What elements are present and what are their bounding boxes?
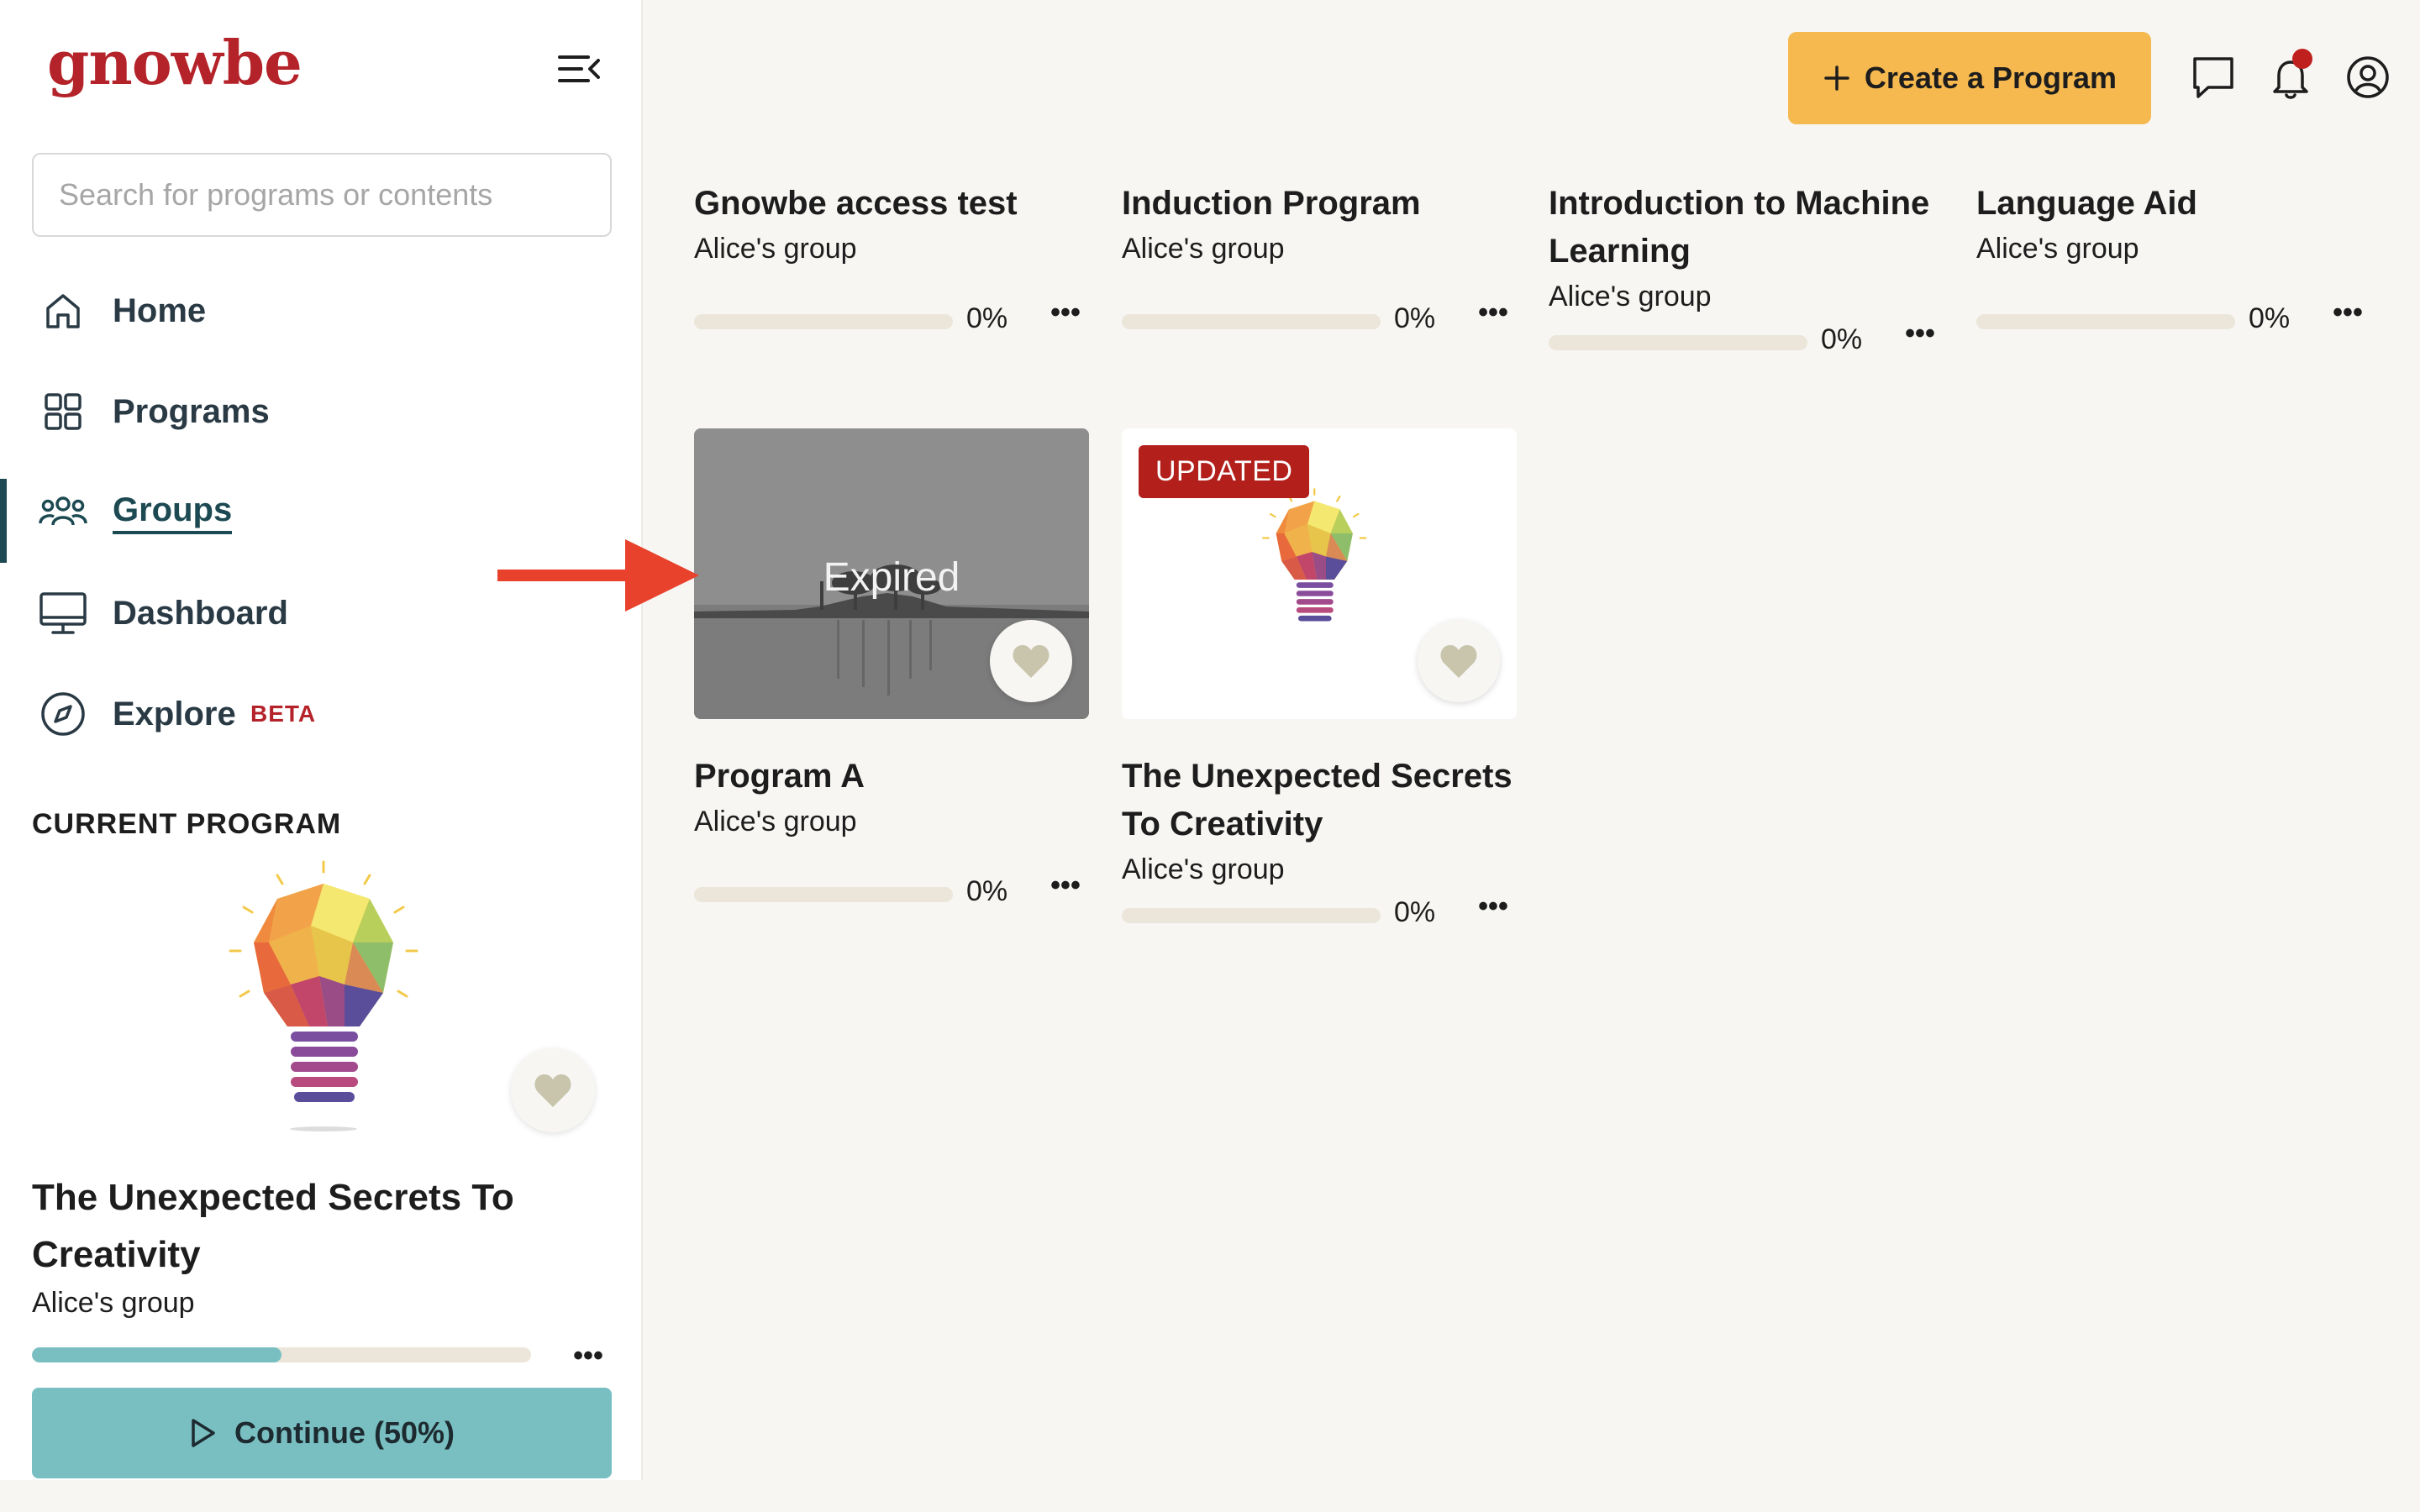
program-group: Alice's group: [694, 233, 857, 265]
program-progress-row: 0% •••: [1122, 890, 1517, 930]
program-progress-percent: 0%: [966, 875, 1008, 907]
program-progress-bar: [1976, 314, 2235, 329]
current-program-heading: CURRENT PROGRAM: [32, 808, 342, 840]
program-title[interactable]: Program A: [694, 753, 1089, 801]
program-group: Alice's group: [1549, 281, 1712, 312]
program-progress-percent: 0%: [2249, 302, 2291, 334]
more-options-icon[interactable]: •••: [1470, 890, 1517, 923]
program-progress-bar: [1122, 314, 1381, 329]
program-progress-row: 0% •••: [1549, 318, 1944, 357]
program-title[interactable]: Language Aid: [1976, 180, 2371, 228]
nav-label-home: Home: [113, 291, 207, 329]
program-progress-percent: 0%: [1821, 323, 1863, 355]
program-progress-row: 0% •••: [1976, 297, 2371, 336]
plus-icon: [1824, 66, 1849, 91]
favorite-heart-button[interactable]: [990, 620, 1072, 702]
program-progress-percent: 0%: [1394, 896, 1436, 928]
program-progress-percent: 0%: [966, 302, 1008, 334]
program-progress-row: 0% •••: [694, 869, 1089, 909]
chat-icon[interactable]: [2188, 52, 2238, 102]
program-title[interactable]: Introduction to Machine Learning: [1549, 180, 1944, 276]
program-thumbnail[interactable]: UPDATED: [1122, 428, 1517, 719]
expired-overlay-label: Expired: [823, 555, 960, 600]
program-card[interactable]: Introduction to Machine Learning Alice's…: [1549, 180, 1944, 357]
program-title[interactable]: Gnowbe access test: [694, 180, 1089, 228]
nav-label-explore: Explore: [113, 695, 236, 732]
progress-fill: [32, 1347, 281, 1362]
more-options-icon[interactable]: •••: [1042, 296, 1089, 329]
more-options-icon[interactable]: •••: [2324, 296, 2371, 329]
updated-badge: UPDATED: [1139, 445, 1310, 498]
program-title[interactable]: Induction Program: [1122, 180, 1517, 228]
current-program-progress-bar: [32, 1347, 531, 1362]
search-input[interactable]: [32, 153, 612, 237]
compass-icon: [37, 688, 89, 740]
main-nav: Home Programs Groups Dashboard Explore B…: [0, 260, 643, 764]
sidebar: gnowbe Home Programs: [0, 0, 643, 1480]
monitor-icon: [37, 587, 89, 639]
heart-icon: [534, 1074, 571, 1107]
current-program-group: Alice's group: [32, 1287, 195, 1319]
collapse-menu-icon[interactable]: [555, 49, 603, 89]
program-thumbnail[interactable]: Expired: [694, 428, 1089, 719]
heart-icon: [1440, 645, 1477, 678]
bell-icon[interactable]: [2265, 49, 2316, 102]
home-icon: [37, 285, 89, 337]
program-card[interactable]: UPDATED The Unexpected Secrets To Creati…: [1122, 428, 1517, 930]
program-progress-bar: [1122, 908, 1381, 923]
program-progress-row: 0% •••: [1122, 297, 1517, 336]
program-group: Alice's group: [1122, 233, 1285, 265]
nav-label-groups: Groups: [113, 491, 233, 534]
program-card[interactable]: Gnowbe access test Alice's group 0% •••: [694, 180, 1089, 336]
heart-icon: [1013, 645, 1050, 678]
program-title[interactable]: The Unexpected Secrets To Creativity: [1122, 753, 1517, 848]
nav-item-home[interactable]: Home: [0, 260, 643, 361]
create-program-button[interactable]: Create a Program: [1788, 32, 2151, 124]
favorite-heart-button[interactable]: [511, 1048, 595, 1132]
program-progress-bar: [694, 887, 953, 902]
lightbulb-illustration[interactable]: [210, 858, 437, 1144]
more-options-icon[interactable]: •••: [1897, 317, 1944, 350]
program-card[interactable]: Induction Program Alice's group 0% •••: [1122, 180, 1517, 336]
arrow-right-icon: [497, 539, 699, 612]
nav-item-explore[interactable]: Explore BETA: [0, 664, 643, 764]
grid-icon: [37, 386, 89, 438]
program-progress-bar: [694, 314, 953, 329]
nav-label-dashboard: Dashboard: [113, 594, 288, 632]
more-options-icon[interactable]: •••: [1042, 869, 1089, 902]
program-card[interactable]: Language Aid Alice's group 0% •••: [1976, 180, 2371, 336]
people-icon: [37, 486, 89, 538]
current-program-title[interactable]: The Unexpected Secrets To Creativity: [32, 1169, 570, 1284]
program-progress-percent: 0%: [1394, 302, 1436, 334]
gnowbe-logo[interactable]: gnowbe: [47, 27, 302, 98]
play-icon: [192, 1419, 215, 1447]
program-progress-bar: [1549, 335, 1807, 350]
more-options-icon[interactable]: •••: [565, 1339, 612, 1373]
beta-badge: BETA: [250, 701, 317, 727]
program-card[interactable]: Expired Program A Alice's group 0% •••: [694, 428, 1089, 909]
more-options-icon[interactable]: •••: [1470, 296, 1517, 329]
continue-label: Continue (50%): [234, 1415, 455, 1450]
profile-icon[interactable]: [2343, 52, 2393, 102]
notification-dot: [2292, 49, 2312, 69]
favorite-heart-button[interactable]: [1418, 620, 1500, 702]
nav-item-programs[interactable]: Programs: [0, 361, 643, 462]
program-group: Alice's group: [1976, 233, 2139, 265]
program-group: Alice's group: [694, 806, 857, 837]
program-progress-row: 0% •••: [694, 297, 1089, 336]
nav-label-programs: Programs: [113, 392, 270, 430]
create-program-label: Create a Program: [1864, 60, 2118, 95]
continue-button[interactable]: Continue (50%): [32, 1388, 612, 1478]
program-group: Alice's group: [1122, 853, 1285, 885]
